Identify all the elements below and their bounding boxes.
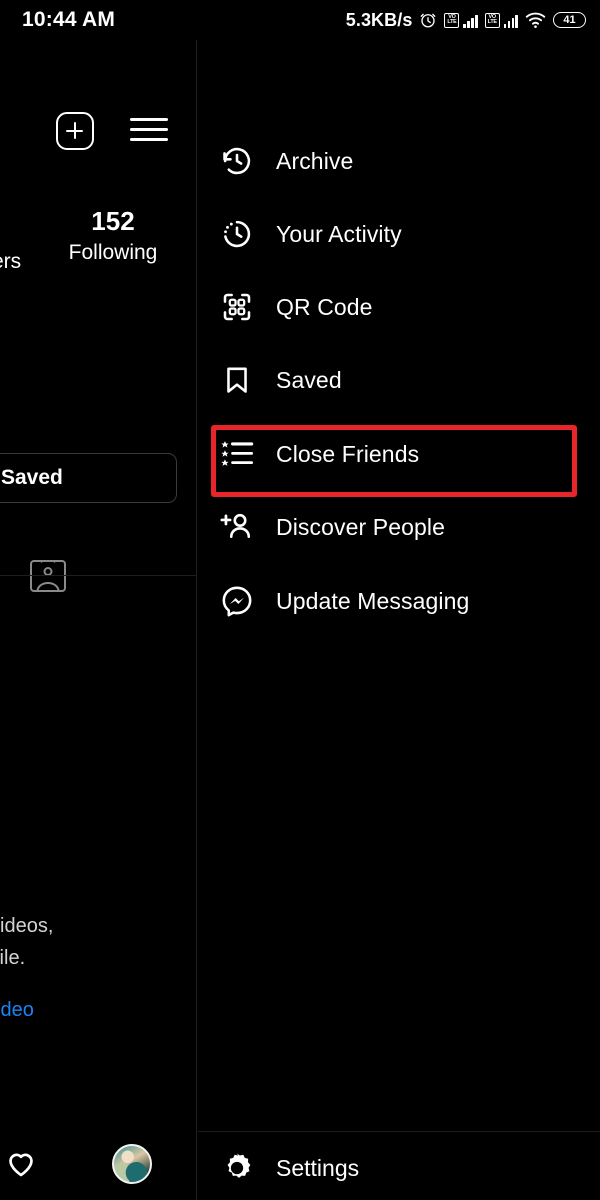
following-label: Following [68,240,158,264]
battery-indicator: 41 [553,12,586,28]
hamburger-menu-icon[interactable] [130,116,168,144]
menu-item-saved[interactable]: Saved [198,352,600,408]
settings-label: Settings [276,1154,360,1181]
menu-item-your-activity[interactable]: Your Activity [198,206,600,262]
menu-item-label: Update Messaging [276,587,470,614]
status-bar: 10:44 AM 5.3KB/s VO LTE VO LTE 41 [0,0,600,40]
menu-item-label: Your Activity [276,220,402,247]
signal-bars-sim2 [503,13,518,28]
menu-item-label: QR Code [276,293,373,320]
gear-icon [218,1149,256,1187]
activity-clock-icon [218,215,256,253]
profile-horizontal-divider [0,575,197,576]
menu-item-label: Saved [276,366,342,393]
network-speed-label: 5.3KB/s [345,9,413,30]
bookmark-icon [218,361,256,399]
bio-line-2: file. [0,947,26,969]
menu-item-settings[interactable]: Settings [198,1136,600,1200]
status-bar-icons: 5.3KB/s VO LTE VO LTE 41 [346,10,586,31]
person-add-icon [218,508,256,546]
status-bar-clock: 10:44 AM [22,8,116,31]
menu-item-label: Discover People [276,513,445,540]
battery-level-label: 41 [563,14,576,26]
heart-icon[interactable] [4,1146,38,1180]
profile-top-bar [0,52,197,150]
id-card-icon[interactable] [30,560,66,592]
profile-bio-text: videos, file. video [0,910,197,1026]
menu-item-update-messaging[interactable]: Update Messaging [198,573,600,629]
menu-item-discover-people[interactable]: Discover People [198,499,600,555]
following-stat[interactable]: 152 Following [58,205,168,266]
bottom-navigation-bar [0,1128,197,1200]
qr-code-icon [218,288,256,326]
sim1-signal-group: VO LTE [444,12,478,28]
menu-item-qr-code[interactable]: QR Code [198,279,600,335]
signal-bars-sim1 [463,13,478,28]
saved-tab-label: Saved [1,466,63,489]
alarm-clock-icon [421,13,436,28]
menu-item-label: Archive [276,147,354,174]
menu-item-archive[interactable]: Archive [198,133,600,189]
menu-item-close-friends[interactable]: Close Friends [198,426,600,482]
bio-link[interactable]: video [0,994,197,1026]
volte-icon-sim2: VO LTE [484,12,500,28]
volte-icon-sim1: VO LTE [444,12,460,28]
menu-bottom-divider [198,1131,600,1132]
plus-square-icon[interactable] [56,112,94,150]
profile-avatar[interactable] [112,1144,152,1184]
star-list-icon [218,435,256,473]
panel-vertical-divider [196,40,197,1200]
menu-item-label: Close Friends [276,440,420,467]
wifi-icon [525,12,546,28]
profile-panel-partial: ers 152 Following Saved videos, file. vi… [0,40,197,1200]
saved-tab-button[interactable]: Saved [0,453,177,503]
archive-clock-icon [218,142,256,180]
sim2-signal-group: VO LTE [484,12,518,28]
followers-label-truncated[interactable]: ers [0,250,21,274]
messenger-icon [218,582,256,620]
side-menu-panel: Archive Your Activity QR Code Saved Clos… [198,40,600,1200]
phone-screen: 10:44 AM 5.3KB/s VO LTE VO LTE 41 rs 152… [0,0,600,1200]
following-count: 152 [91,206,135,236]
bio-line-1: videos, [0,915,54,937]
